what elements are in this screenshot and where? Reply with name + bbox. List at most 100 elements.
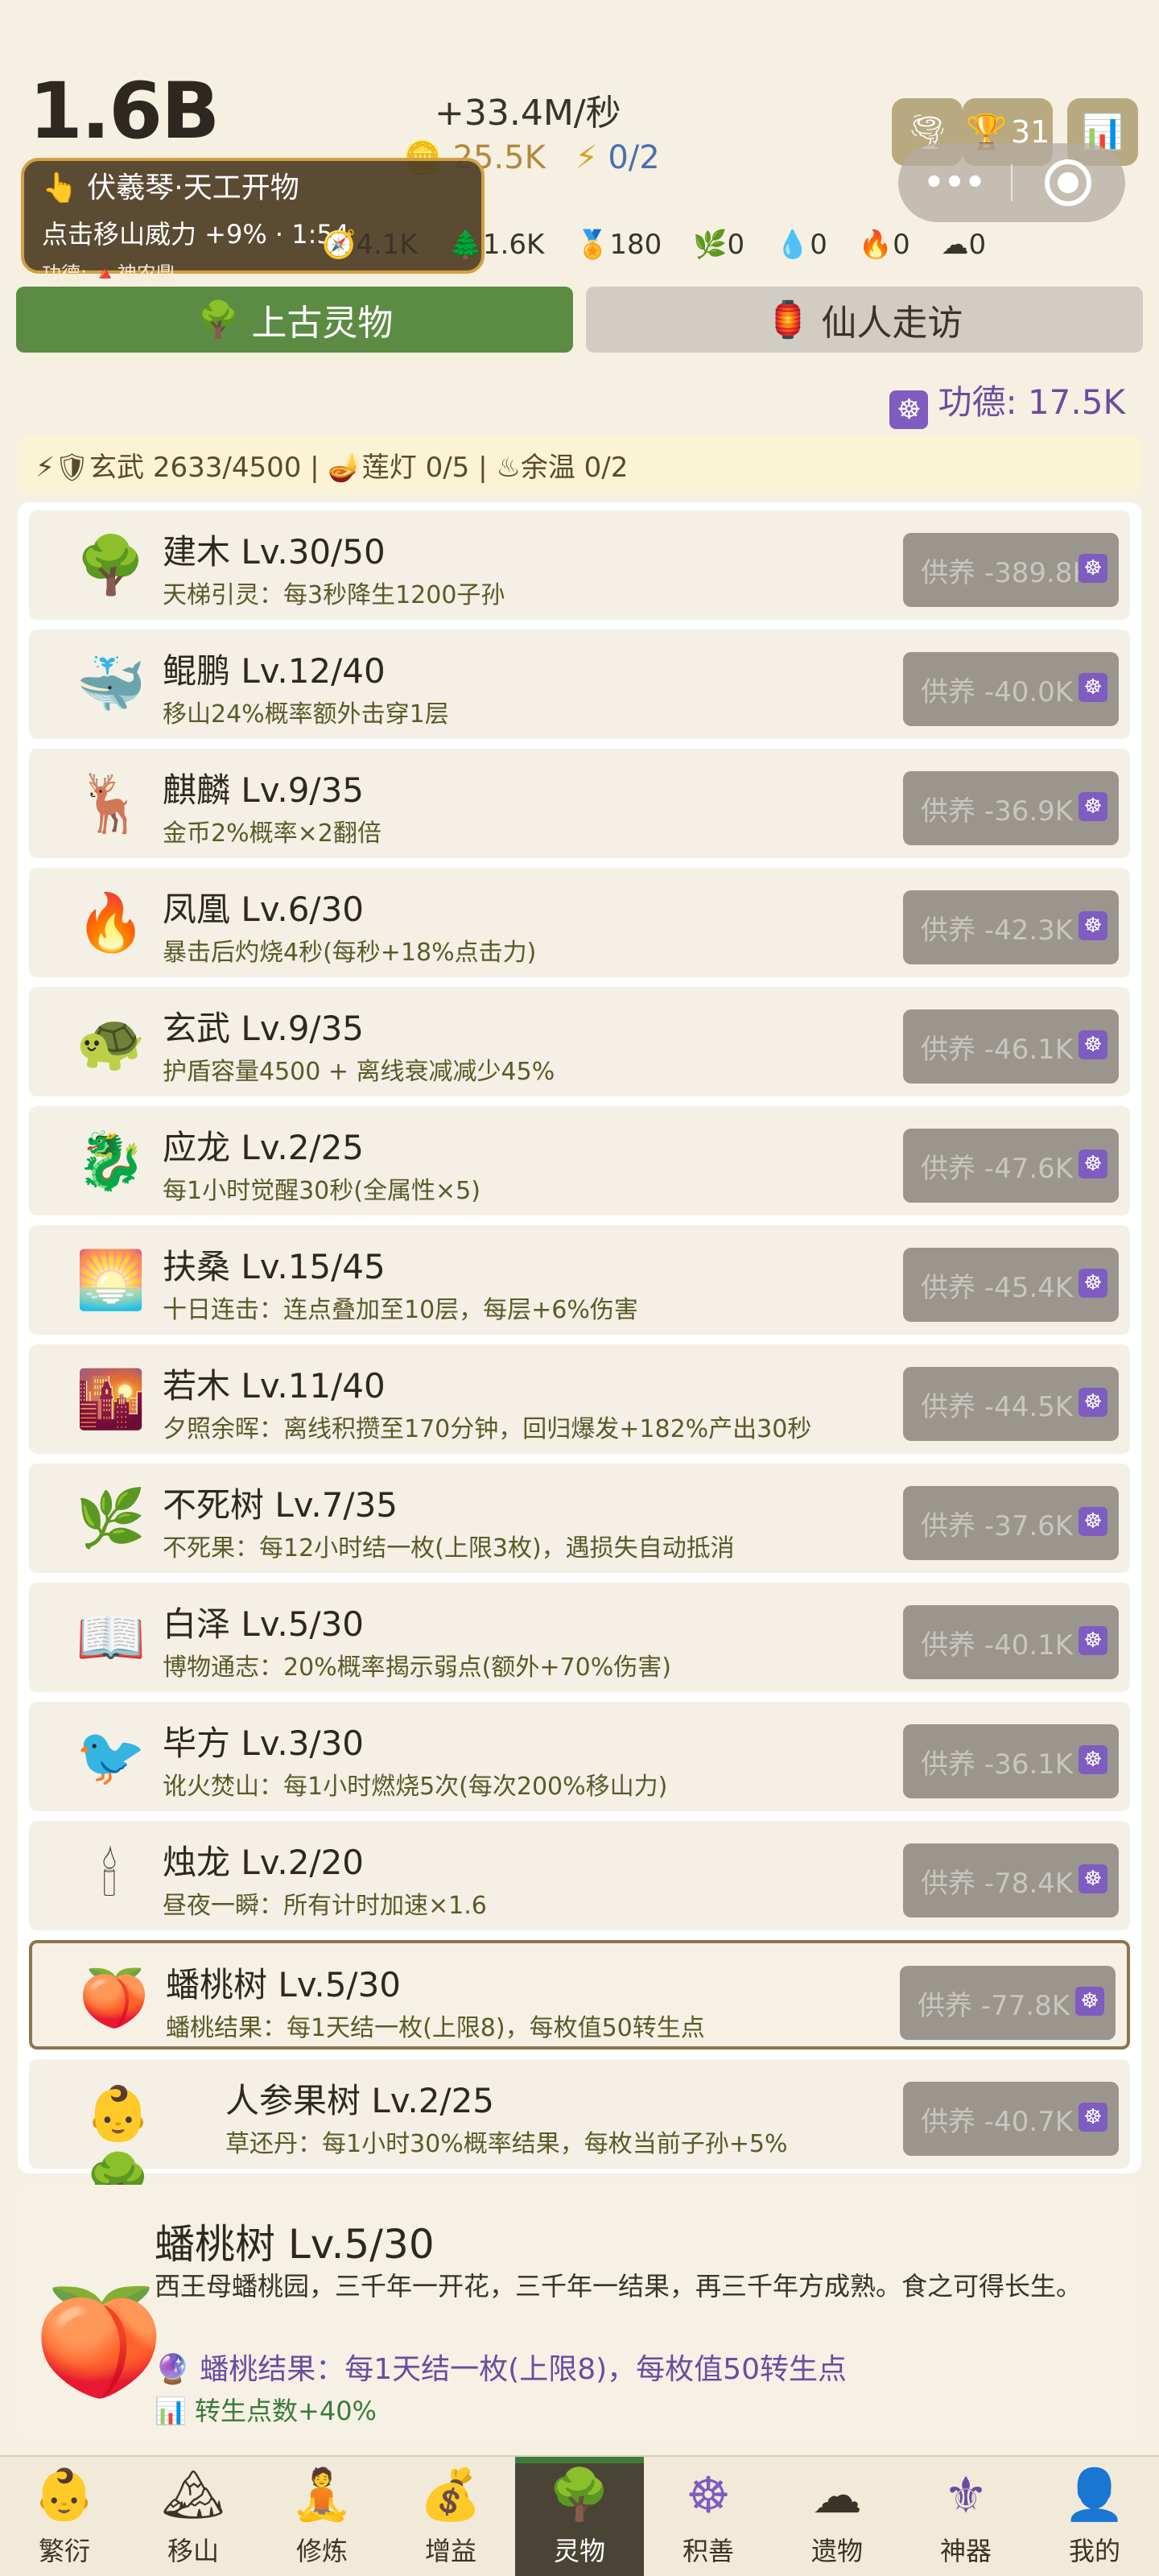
feed-label: 供养 -47.6K (921, 1152, 1074, 1185)
nav-label: 修炼 (295, 2536, 348, 2566)
merit-value: 功德: 17.5K (938, 382, 1125, 422)
nav-item[interactable]: 👤 我的 (1030, 2457, 1159, 2576)
dharma-wheel-icon: ☸ (1079, 1507, 1107, 1536)
feed-button[interactable]: 供养 -45.4K ☸ (903, 1248, 1119, 1322)
pointer-icon: 👆 (42, 171, 78, 204)
tab-label: 仙人走访 (821, 303, 963, 344)
feed-button[interactable]: 供养 -44.5K ☸ (903, 1367, 1119, 1441)
feed-label: 供养 -36.1K (921, 1748, 1074, 1781)
dharma-wheel-icon: ☸ (1079, 1150, 1107, 1179)
feed-button[interactable]: 供养 -46.1K ☸ (903, 1009, 1119, 1084)
nav-item[interactable]: ⚜ 神器 (901, 2457, 1030, 2576)
creature-name: 不死树 Lv.7/35 (163, 1485, 398, 1525)
feed-button[interactable]: 供养 -78.4K ☸ (903, 1843, 1119, 1918)
tab-ancient-creatures[interactable]: 🌳 上古灵物 (16, 287, 573, 353)
status-bar: ⚡🛡玄武 2633/4500 | 🪔莲灯 0/5 | ♨余温 0/2 (18, 435, 1141, 494)
sunrise-icon: 🌅 (76, 1247, 146, 1313)
mini-program-capsule: ••• (898, 143, 1125, 222)
creature-desc: 不死果：每12小时结一枚(上限3枚)，遇损失自动抵消 (163, 1534, 735, 1563)
creature-name: 鲲鹏 Lv.12/40 (163, 651, 386, 691)
creature-desc: 每1小时觉醒30秒(全属性×5) (163, 1177, 481, 1205)
tree-icon: 🌳 (196, 299, 241, 341)
creature-name: 白泽 Lv.5/30 (163, 1604, 365, 1644)
feed-button[interactable]: 供养 -36.9K ☸ (903, 771, 1119, 845)
creature-row[interactable]: 🌳 建木 Lv.30/50 天梯引灵：每3秒降生1200子孙 供养 -389.8… (29, 510, 1130, 620)
dharma-wheel-icon: ☸ (1079, 1745, 1107, 1774)
more-icon[interactable]: ••• (898, 164, 1011, 201)
creature-row[interactable]: 🌅 扶桑 Lv.15/45 十日连击：连点叠加至10层，每层+6%伤害 供养 -… (29, 1225, 1130, 1335)
feed-button[interactable]: 供养 -47.6K ☸ (903, 1129, 1119, 1203)
nav-item[interactable]: 💰 增益 (386, 2457, 515, 2576)
creature-row[interactable]: 🔥 凤凰 Lv.6/30 暴击后灼烧4秒(每秒+18%点击力) 供养 -42.3… (29, 868, 1130, 977)
buff-title: 伏羲琴·天工开物 (87, 171, 299, 204)
feed-button[interactable]: 供养 -40.0K ☸ (903, 652, 1119, 726)
dragon-icon: 🐉 (76, 1128, 146, 1194)
feed-label: 供养 -77.8K (918, 1989, 1070, 2022)
feed-label: 供养 -42.3K (921, 914, 1074, 947)
tab-immortal-visit[interactable]: 🏮 仙人走访 (586, 287, 1143, 353)
baby-tree-icon: 👶🌳 (85, 2083, 152, 2212)
nav-item[interactable]: ☁ 遗物 (773, 2457, 901, 2576)
creature-row[interactable]: 📖 白泽 Lv.5/30 博物通志：20%概率揭示弱点(额外+70%伤害) 供养… (29, 1583, 1130, 1692)
creature-row[interactable]: 🐉 应龙 Lv.2/25 每1小时觉醒30秒(全属性×5) 供养 -47.6K ☸ (29, 1106, 1130, 1216)
creature-row[interactable]: 🐳 鲲鹏 Lv.12/40 移山24%概率额外击穿1层 供养 -40.0K ☸ (29, 630, 1130, 739)
merit-source-name: 神农鼎 (117, 262, 175, 285)
resource-1: 🧭4.1K (322, 229, 418, 261)
feed-button[interactable]: 供养 -36.1K ☸ (903, 1724, 1119, 1798)
nav-item[interactable]: 👶 繁衍 (0, 2457, 129, 2576)
creature-row[interactable]: 🐢 玄武 Lv.9/35 护盾容量4500 + 离线衰减减少45% 供养 -46… (29, 987, 1130, 1096)
creature-name: 凤凰 Lv.6/30 (163, 890, 365, 929)
dharma-wheel-icon: ☸ (1079, 2103, 1107, 2132)
creature-name: 应龙 Lv.2/25 (163, 1128, 365, 1167)
dharma-wheel-icon: ☸ (1079, 1030, 1107, 1059)
dharma-wheel-icon: ☸ (889, 390, 929, 429)
nav-item[interactable]: 🏔 移山 (129, 2457, 258, 2576)
detail-stat: 📊 转生点数+40% (155, 2396, 377, 2426)
creature-name: 人参果树 Lv.2/25 (225, 2081, 495, 2120)
dharma-wheel-icon: ☸ (1079, 554, 1107, 583)
mountain-icon: 🏔 (161, 2465, 225, 2524)
baby-icon: 👶 (33, 2465, 96, 2524)
creature-row[interactable]: 👶🌳 人参果树 Lv.2/25 草还丹：每1小时30%概率结果，每枚当前子孙+5… (29, 2059, 1130, 2212)
feed-button[interactable]: 供养 -40.7K ☸ (903, 2082, 1119, 2156)
detail-skill: 🔮 蟠桃结果：每1天结一枚(上限8)，每枚值50转生点 (155, 2353, 847, 2386)
resource-4: 🌿0 (693, 229, 745, 261)
nav-label: 积善 (682, 2535, 734, 2566)
rate-per-second: +33.4M/秒 (435, 93, 621, 134)
feed-button[interactable]: 供养 -40.1K ☸ (903, 1605, 1119, 1679)
creature-row[interactable]: 🌿 不死树 Lv.7/35 不死果：每12小时结一枚(上限3枚)，遇损失自动抵消… (29, 1463, 1130, 1573)
feed-label: 供养 -78.4K (921, 1867, 1074, 1900)
creature-name: 烛龙 Lv.2/20 (163, 1843, 365, 1882)
meditate-icon: 🧘 (291, 2465, 353, 2524)
lantern-icon: 🏮 (765, 299, 810, 341)
cloud-icon: ☁ (812, 2465, 862, 2524)
dharma-wheel-icon: ☸ (1079, 1388, 1107, 1417)
creature-desc: 夕照余晖：离线积攒至170分钟，回归爆发+182%产出30秒 (163, 1415, 812, 1443)
creature-row[interactable]: 🌇 若木 Lv.11/40 夕照余晖：离线积攒至170分钟，回归爆发+182%产… (29, 1344, 1130, 1454)
feed-button[interactable]: 供养 -389.8K ☸ (903, 533, 1119, 607)
creature-row-selected[interactable]: 🍑 蟠桃树 Lv.5/30 蟠桃结果：每1天结一枚(上限8)，每枚值50转生点 … (29, 1940, 1130, 2050)
creature-detail-panel: 🍑 蟠桃树 Lv.5/30 西王母蟠桃园，三千年一开花，三千年一结果，再三千年方… (18, 2185, 1141, 2444)
nav-item[interactable]: 🧘 修炼 (258, 2457, 386, 2576)
creature-row[interactable]: 🐦 毕方 Lv.3/30 讹火焚山：每1小时燃烧5次(每次200%移山力) 供养… (29, 1702, 1130, 1811)
creature-name: 毕方 Lv.3/30 (163, 1724, 365, 1763)
nav-item[interactable]: ☸ 积善 (644, 2457, 773, 2576)
feed-button[interactable]: 供养 -37.6K ☸ (903, 1486, 1119, 1560)
feed-label: 供养 -36.9K (921, 795, 1074, 828)
merit-source-label: 功德: (42, 262, 88, 285)
herb-icon: 🌿 (76, 1485, 146, 1551)
resource-3: 🏅180 (575, 229, 662, 261)
dharma-wheel-icon: ☸ (1079, 1269, 1107, 1298)
nav-item-active[interactable]: 🌳 灵物 (515, 2457, 644, 2576)
turtle-icon: 🐢 (76, 1009, 146, 1075)
creature-row[interactable]: 🕯 烛龙 Lv.2/20 昼夜一瞬：所有计时加速×1.6 供养 -78.4K ☸ (29, 1821, 1130, 1930)
sunset-city-icon: 🌇 (76, 1366, 146, 1432)
book-icon: 📖 (76, 1604, 146, 1670)
feed-button[interactable]: 供养 -77.8K ☸ (900, 1966, 1116, 2040)
deer-icon: 🦌 (76, 770, 146, 836)
creature-row[interactable]: 🦌 麒麟 Lv.9/35 金币2%概率×2翻倍 供养 -36.9K ☸ (29, 749, 1130, 858)
feed-label: 供养 -45.4K (921, 1271, 1074, 1304)
whale-icon: 🐳 (76, 651, 146, 717)
close-icon[interactable] (1045, 159, 1091, 206)
feed-button[interactable]: 供养 -42.3K ☸ (903, 890, 1119, 964)
